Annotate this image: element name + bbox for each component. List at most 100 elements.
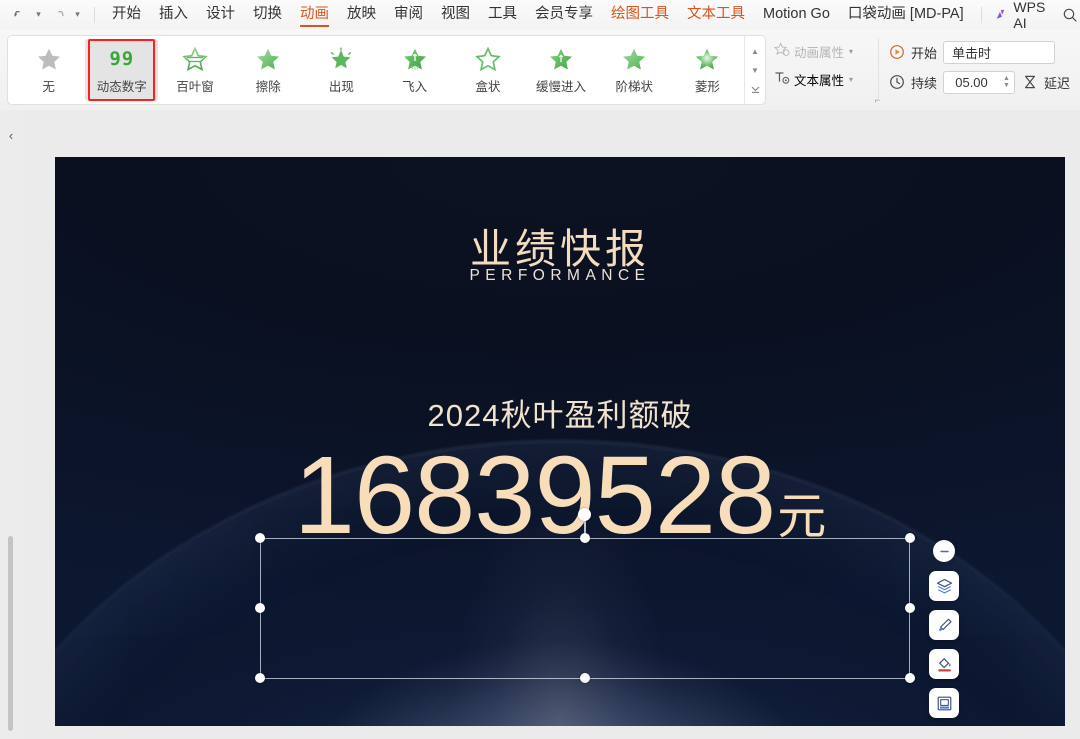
animation-properties-label: 动画属性 (794, 45, 845, 60)
text-format-icon (774, 70, 790, 88)
brush-icon (938, 618, 952, 631)
delay-label: 延迟 (1044, 75, 1071, 91)
animation-label: 盒状 (475, 80, 501, 94)
menu-item-pocket-animation[interactable]: 口袋动画 [MD-PA] (839, 0, 973, 29)
animation-slow-entry[interactable]: 缓慢进入 (524, 39, 597, 101)
resize-handle-top-right[interactable] (905, 533, 915, 543)
chevron-down-icon: ▾ (849, 46, 854, 56)
animation-stairs[interactable]: 阶梯状 (598, 39, 671, 101)
gallery-scroll-up-chevron-up-icon[interactable]: ▲ (747, 44, 763, 58)
slide-kicker-text[interactable]: 2024秋叶盈利额破 (55, 390, 1065, 435)
menu-item-insert[interactable]: 插入 (150, 0, 197, 29)
layers-button[interactable] (929, 571, 959, 601)
animation-label: 飞入 (402, 80, 428, 94)
customize-chevron-down-icon[interactable]: ▾ (71, 4, 84, 26)
animation-diamond[interactable]: 菱形 (671, 39, 744, 101)
collapse-toolbar-button[interactable] (933, 540, 955, 562)
duration-row: 持续 05.00 ▲ ▼ 延迟 (888, 67, 1080, 97)
resize-handle-top-center[interactable] (580, 533, 590, 543)
resize-handle-top-left[interactable] (255, 533, 265, 543)
menu-bar-right: WPS AI (973, 0, 1080, 31)
animation-none[interactable]: 无 (12, 39, 85, 101)
wps-presentation-window: ▾ ▾ 开始 插入 设计 切换 动画 放映 审阅 视图 工具 会员专享 绘图工具… (0, 0, 1080, 739)
spinner-down-icon[interactable]: ▼ (1003, 82, 1010, 89)
ai-divider (980, 6, 982, 23)
animation-ribbon: 无 99 动态数字 百叶窗 擦除 出现 飞入 盒状 缓慢进入 阶梯状 菱形 ▲ … (0, 29, 1080, 111)
start-row: 开始 单击时 (888, 37, 1080, 67)
duration-stepper[interactable]: 05.00 ▲ ▼ (943, 70, 1016, 94)
menu-item-animation[interactable]: 动画 (291, 0, 338, 29)
redo-icon[interactable] (47, 4, 69, 26)
slide-amount-number: 16839528 (293, 434, 776, 557)
animation-appear[interactable]: 出现 (305, 39, 378, 101)
slide-subtitle[interactable]: PERFORMANCE (55, 267, 1065, 285)
frame-icon (937, 696, 951, 710)
resize-handle-bottom-right[interactable] (905, 673, 915, 683)
start-trigger-select[interactable]: 单击时 (943, 40, 1056, 64)
slide-editing-stage[interactable]: 业绩快报 PERFORMANCE 2024秋叶盈利额破 16839528元 (24, 110, 1080, 739)
animation-label: 菱形 (694, 80, 720, 94)
undo-icon[interactable] (8, 4, 30, 26)
resize-handle-middle-right[interactable] (905, 603, 915, 613)
resize-handle-bottom-center[interactable] (580, 673, 590, 683)
star-diamond-icon (692, 45, 722, 73)
slide-amount-unit: 元 (777, 490, 827, 544)
search-icon[interactable] (1059, 4, 1080, 26)
resize-handle-middle-left[interactable] (255, 603, 265, 613)
quick-access-divider (94, 6, 95, 23)
menu-item-member[interactable]: 会员专享 (526, 0, 602, 29)
ribbon-divider (878, 38, 879, 100)
animation-dynamic-number[interactable]: 99 动态数字 (85, 39, 159, 101)
duration-spinner-arrows[interactable]: ▲ ▼ (999, 75, 1014, 89)
brush-button[interactable] (929, 610, 959, 640)
menu-item-view[interactable]: 视图 (432, 0, 479, 29)
menu-item-text-tools[interactable]: 文本工具 (678, 0, 754, 29)
text-properties-button[interactable]: 文本属性 ▾ (772, 65, 874, 93)
duration-value: 05.00 (955, 74, 988, 90)
menu-item-start[interactable]: 开始 (103, 0, 150, 29)
menu-bar: ▾ ▾ 开始 插入 设计 切换 动画 放映 审阅 视图 工具 会员专享 绘图工具… (0, 0, 1080, 31)
slide-title[interactable]: 业绩快报 (55, 215, 1065, 275)
menu-item-drawing-tools[interactable]: 绘图工具 (602, 0, 678, 29)
hourglass-icon (1021, 74, 1038, 91)
animation-label: 阶梯状 (615, 80, 653, 94)
gallery-more-arrow-icon[interactable] (747, 82, 763, 96)
wps-ai-button[interactable]: WPS AI (989, 0, 1058, 31)
animation-properties-group: 动画属性 ▾ 文本属性 ▾ ⌐ (772, 37, 880, 105)
star-outline-icon (773, 42, 790, 60)
menu-item-transition[interactable]: 切换 (244, 0, 291, 29)
animation-fly-in[interactable]: 飞入 (378, 39, 451, 101)
star-flyin-icon (400, 45, 430, 73)
spinner-up-icon[interactable]: ▲ (1003, 75, 1010, 82)
fill-color-button[interactable] (929, 649, 959, 679)
thumbnail-pane-scrollbar[interactable] (8, 536, 13, 731)
menu-item-tools[interactable]: 工具 (479, 0, 526, 29)
layers-icon (936, 578, 952, 593)
animation-box[interactable]: 盒状 (451, 39, 524, 101)
star-box-icon (473, 45, 503, 73)
play-circle-icon (888, 44, 905, 61)
menu-item-review[interactable]: 审阅 (385, 0, 432, 29)
animation-wipe[interactable]: 擦除 (232, 39, 305, 101)
undo-dropdown-chevron-down-icon[interactable]: ▾ (32, 4, 45, 26)
chevron-left-icon[interactable]: ‹ (2, 126, 20, 144)
menu-items: 开始 插入 设计 切换 动画 放映 审阅 视图 工具 会员专享 绘图工具 文本工… (103, 0, 973, 29)
menu-item-design[interactable]: 设计 (197, 0, 244, 29)
animation-properties-button[interactable]: 动画属性 ▾ (772, 37, 874, 65)
star-wipe-icon (253, 45, 283, 73)
rotate-handle[interactable] (578, 508, 591, 521)
gallery-scroll-down-chevron-down-icon[interactable]: ▼ (747, 63, 763, 77)
star-blinds-icon (180, 45, 210, 73)
menu-item-motion-go[interactable]: Motion Go (754, 0, 839, 29)
slide-canvas[interactable]: 业绩快报 PERFORMANCE 2024秋叶盈利额破 16839528元 (55, 157, 1065, 726)
text-properties-label: 文本属性 (794, 73, 845, 88)
shape-frame-button[interactable] (929, 688, 959, 718)
digits-99-text: 99 (109, 48, 135, 70)
wps-ai-logo-icon (997, 9, 1005, 19)
menu-item-slideshow[interactable]: 放映 (338, 0, 385, 29)
resize-handle-bottom-left[interactable] (255, 673, 265, 683)
star-stairs-icon (619, 45, 649, 73)
stage-bottom-strip (24, 726, 1080, 739)
animation-gallery-items: 无 99 动态数字 百叶窗 擦除 出现 飞入 盒状 缓慢进入 阶梯状 菱形 (8, 36, 744, 104)
animation-blinds[interactable]: 百叶窗 (158, 39, 231, 101)
